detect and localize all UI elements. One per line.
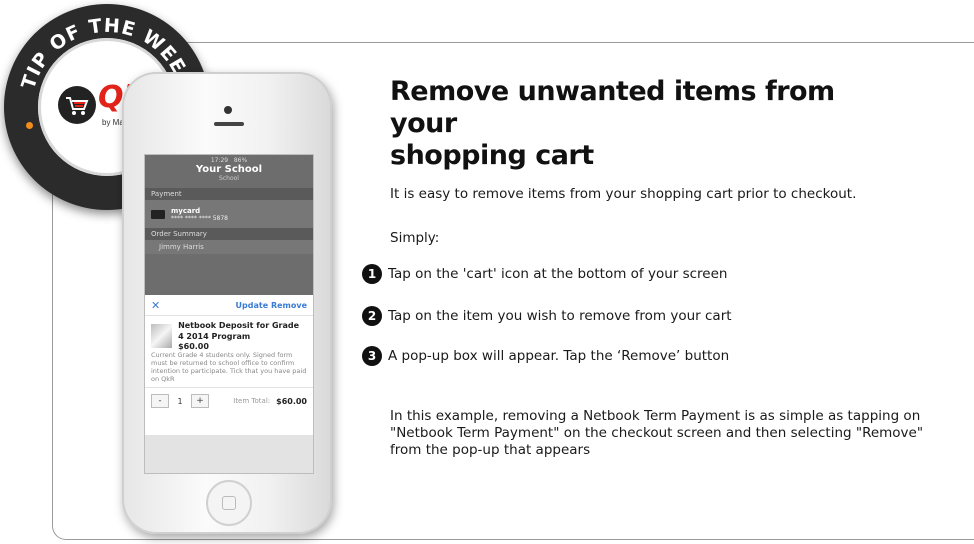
step-3: 3 A pop-up box will appear. Tap the ‘Rem… (362, 346, 729, 366)
status-bar: 17:29 86% (145, 155, 313, 164)
popup-actions: Update Remove (236, 301, 307, 310)
example-paragraph: In this example, removing a Netbook Term… (390, 408, 924, 458)
step-text-2: Tap on the item you wish to remove from … (388, 308, 732, 324)
credit-card-icon (151, 209, 165, 219)
home-button[interactable] (206, 480, 252, 526)
item-description: Current Grade 4 students only. Signed fo… (151, 351, 307, 383)
order-summary-header: Order Summary (145, 228, 313, 240)
step-text-3: A pop-up box will appear. Tap the ‘Remov… (388, 348, 730, 364)
quantity-row: - 1 + Item Total: $60.00 (145, 387, 313, 414)
badge-dot-left (26, 122, 33, 129)
qty-plus-button[interactable]: + (191, 394, 209, 408)
step-number-3: 3 (362, 346, 382, 366)
card-name: mycard (171, 206, 201, 215)
screen-bottom-area (145, 435, 313, 473)
step-number-1: 1 (362, 264, 382, 284)
netbook-thumbnail (151, 324, 173, 348)
status-time: 17:29 (210, 157, 229, 164)
item-total-label: Item Total: (233, 397, 271, 405)
cart-icon (58, 86, 96, 124)
page-title: Remove unwanted items from your shopping… (390, 76, 910, 172)
camera-icon (224, 106, 232, 114)
item-total-value: $60.00 (276, 396, 307, 406)
phone-screen: 17:29 86% Your School School Payment myc… (144, 154, 314, 474)
remove-button[interactable]: Remove (271, 301, 307, 310)
step-1: 1 Tap on the 'cart' icon at the bottom o… (362, 264, 727, 284)
checkout-screen-dimmed: 17:29 86% Your School School Payment myc… (145, 155, 313, 295)
card-number: **** **** **** 5878 (171, 214, 228, 222)
intro-text: It is easy to remove items from your sho… (390, 186, 857, 202)
title-line-1: Remove unwanted items from your (390, 76, 835, 139)
payment-card-row[interactable]: mycard **** **** **** 5878 (145, 200, 313, 228)
popup-header: ✕ Update Remove (145, 295, 313, 315)
item-price: $60.00 (178, 342, 209, 351)
simply-label: Simply: (390, 230, 440, 246)
person-row: Jimmy Harris (145, 240, 313, 254)
title-line-2: shopping cart (390, 140, 594, 171)
item-name: Netbook Deposit for Grade 4 2014 Program (178, 321, 300, 341)
payment-section-header: Payment (145, 188, 313, 200)
speaker-grill (214, 122, 244, 126)
school-subtitle: School (219, 175, 239, 182)
qty-value: 1 (177, 396, 183, 406)
update-button[interactable]: Update (236, 301, 269, 310)
step-2: 2 Tap on the item you wish to remove fro… (362, 306, 732, 326)
home-icon (222, 496, 236, 510)
remove-item-popup: ✕ Update Remove Netbook Deposit for Grad… (145, 295, 313, 435)
status-battery: 86% (233, 157, 248, 164)
school-title: Your School (195, 164, 263, 175)
step-number-2: 2 (362, 306, 382, 326)
phone-device: 17:29 86% Your School School Payment myc… (122, 72, 332, 534)
close-icon[interactable]: ✕ (151, 299, 160, 312)
qty-minus-button[interactable]: - (151, 394, 169, 408)
step-text-1: Tap on the 'cart' icon at the bottom of … (388, 266, 728, 282)
popup-item: Netbook Deposit for Grade 4 2014 Program… (145, 315, 313, 351)
